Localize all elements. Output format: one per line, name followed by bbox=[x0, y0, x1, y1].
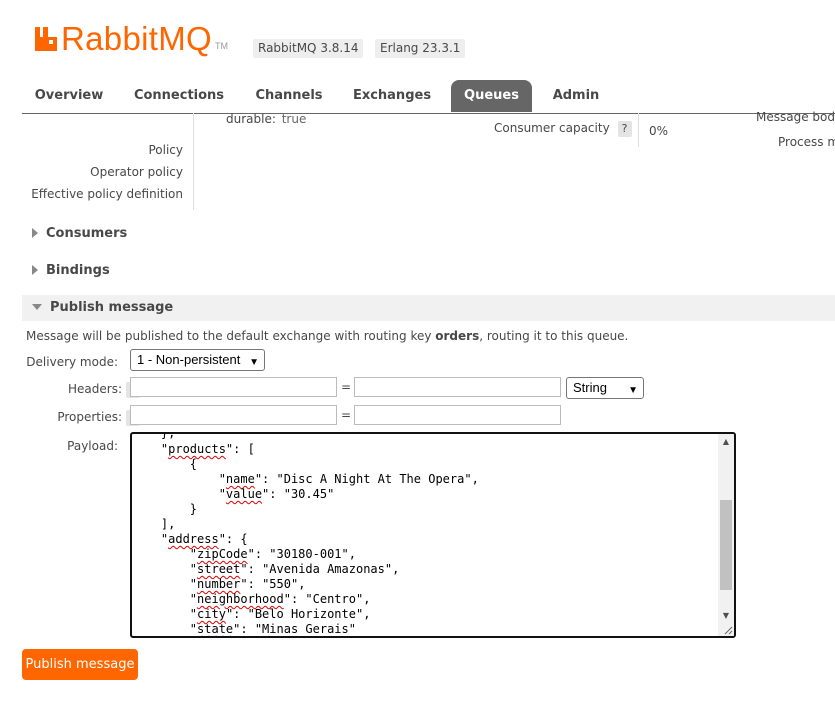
payload-line: "state": "Minas Gerais" bbox=[132, 622, 356, 636]
bindings-section-title: Bindings bbox=[46, 263, 110, 278]
header-type-value: String bbox=[573, 380, 607, 395]
consumers-section-title: Consumers bbox=[46, 226, 128, 241]
payload-line: { bbox=[132, 457, 198, 471]
headers-label: Headers: bbox=[68, 382, 122, 396]
scroll-down-icon[interactable]: ▼ bbox=[718, 608, 734, 624]
expanded-arrow-icon bbox=[32, 303, 42, 310]
publish-info-text: Message will be published to the default… bbox=[26, 329, 628, 343]
payload-label: Payload: bbox=[67, 439, 118, 453]
tab-exchanges[interactable]: Exchanges bbox=[344, 80, 440, 112]
payload-line: "address": { bbox=[132, 532, 248, 546]
erlang-version-badge: Erlang 23.3.1 bbox=[375, 39, 466, 58]
tab-connections[interactable]: Connections bbox=[126, 80, 232, 112]
payload-scrollbar[interactable]: ▲ ▼ bbox=[718, 434, 734, 636]
collapsed-arrow-icon bbox=[32, 264, 38, 275]
header-key-input[interactable] bbox=[130, 377, 337, 397]
process-memory-label: Process m bbox=[778, 135, 835, 149]
property-key-input[interactable] bbox=[130, 405, 337, 425]
main-nav-tabs: Overview Connections Channels Exchanges … bbox=[22, 80, 835, 114]
tab-admin[interactable]: Admin bbox=[540, 80, 612, 112]
delivery-mode-value: 1 - Non-persistent bbox=[137, 352, 241, 367]
durable-argument: durable: true bbox=[226, 112, 306, 126]
capacity-divider bbox=[638, 113, 639, 147]
operator-policy-label: Operator policy bbox=[90, 165, 183, 179]
chevron-down-icon: ▼ bbox=[249, 357, 259, 368]
details-divider bbox=[193, 113, 194, 210]
chevron-down-icon: ▼ bbox=[628, 385, 638, 396]
rabbitmq-logo-icon bbox=[35, 27, 57, 51]
collapsed-arrow-icon bbox=[32, 227, 38, 238]
payload-line: "name": "Disc A Night At The Opera", bbox=[132, 472, 479, 486]
payload-line: }, bbox=[132, 434, 175, 441]
payload-line: "value": "30.45" bbox=[132, 487, 335, 501]
payload-line: "street": "Avenida Amazonas", bbox=[132, 562, 400, 576]
logo-text: RabbitMQ bbox=[61, 20, 212, 57]
payload-line: "number": "550", bbox=[132, 577, 306, 591]
header-type-select[interactable]: String ▼ bbox=[566, 377, 644, 399]
tab-channels[interactable]: Channels bbox=[244, 80, 334, 112]
logo-trademark: TM bbox=[214, 41, 228, 51]
properties-label: Properties: bbox=[57, 410, 122, 424]
message-body-label: Message body bbox=[756, 110, 835, 124]
rabbitmq-logo[interactable]: RabbitMQ TM bbox=[33, 22, 228, 56]
header-equals-sign: = bbox=[341, 380, 352, 394]
tab-queues[interactable]: Queues bbox=[451, 80, 532, 112]
payload-line: } bbox=[132, 502, 198, 516]
scroll-up-icon[interactable]: ▲ bbox=[718, 434, 734, 450]
consumers-section-header[interactable]: Consumers bbox=[22, 221, 835, 247]
publish-message-section-header[interactable]: Publish message bbox=[22, 295, 835, 321]
bindings-section-header[interactable]: Bindings bbox=[22, 258, 835, 284]
consumer-capacity-value: 0% bbox=[649, 124, 669, 138]
rabbitmq-version-badge: RabbitMQ 3.8.14 bbox=[253, 39, 364, 58]
payload-line: "zipCode": "30180-001", bbox=[132, 547, 356, 561]
tab-overview[interactable]: Overview bbox=[22, 80, 116, 112]
payload-line: ], bbox=[132, 517, 176, 531]
payload-code: }, "products": [ { "name": "Disc A Night… bbox=[132, 434, 718, 636]
publish-message-button[interactable]: Publish message bbox=[22, 649, 138, 680]
publish-info-prefix: Message will be published to the default… bbox=[26, 329, 436, 343]
consumer-capacity-help-icon[interactable]: ? bbox=[617, 121, 632, 137]
header-value-input[interactable] bbox=[354, 377, 561, 397]
effective-policy-definition-label: Effective policy definition bbox=[31, 187, 183, 201]
routing-key: orders bbox=[435, 329, 480, 343]
payload-line: "city": "Belo Horizonte", bbox=[132, 607, 371, 621]
payload-line: "products": [ bbox=[132, 442, 255, 456]
consumer-capacity-row: Consumer capacity ? bbox=[494, 121, 632, 137]
publish-info-suffix: , routing it to this queue. bbox=[479, 329, 629, 343]
delivery-mode-select[interactable]: 1 - Non-persistent ▼ bbox=[130, 349, 265, 371]
delivery-mode-label: Delivery mode: bbox=[26, 355, 118, 369]
properties-label-row: Properties:? bbox=[22, 410, 140, 426]
headers-label-row: Headers:? bbox=[22, 382, 140, 398]
property-value-input[interactable] bbox=[354, 405, 561, 425]
durable-label: durable: bbox=[226, 112, 276, 126]
durable-value: true bbox=[281, 112, 307, 126]
payload-textarea[interactable]: }, "products": [ { "name": "Disc A Night… bbox=[130, 432, 736, 638]
payload-line: "neighborhood": "Centro", bbox=[132, 592, 371, 606]
resize-grip-icon[interactable] bbox=[723, 625, 733, 635]
payload-scroll-thumb[interactable] bbox=[720, 500, 732, 590]
property-equals-sign: = bbox=[341, 408, 352, 422]
policy-label: Policy bbox=[148, 143, 183, 157]
consumer-capacity-label: Consumer capacity bbox=[494, 121, 610, 135]
publish-message-section-title: Publish message bbox=[50, 300, 174, 315]
